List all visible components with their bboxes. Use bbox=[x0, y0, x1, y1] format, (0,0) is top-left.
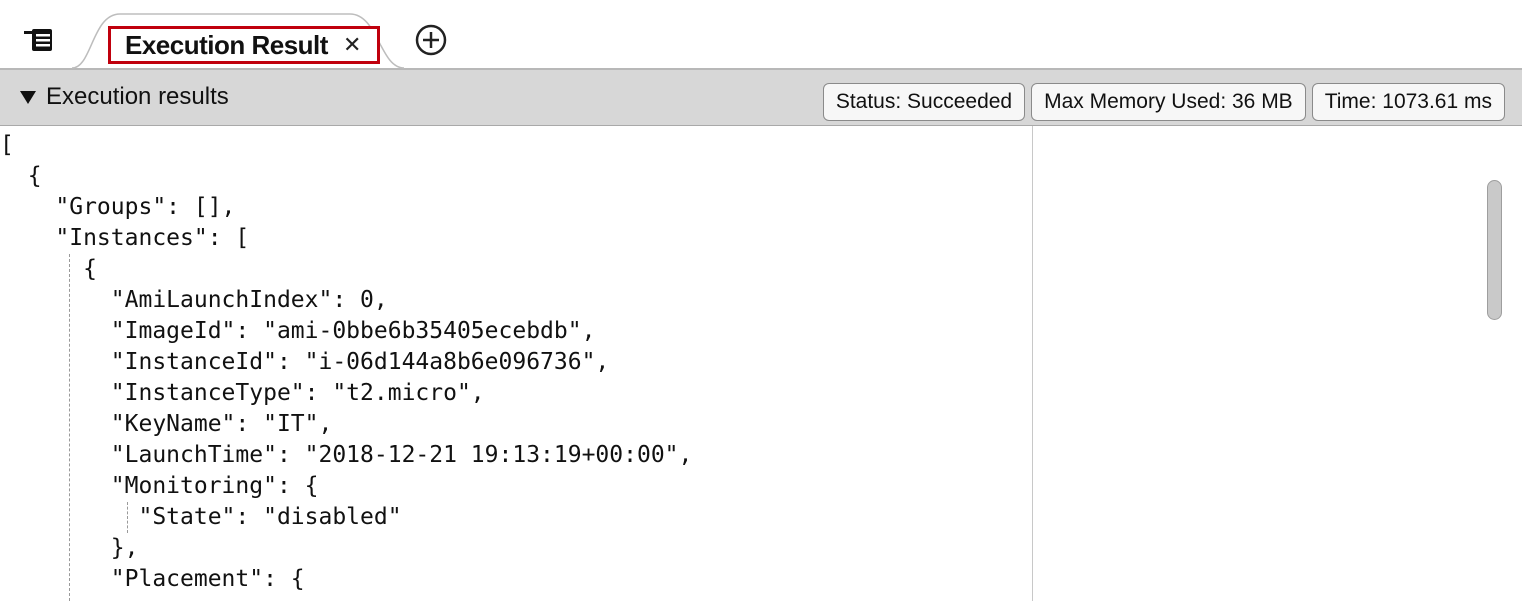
code-line: "ImageId": "ami-0bbe6b35405ecebdb", bbox=[0, 318, 596, 344]
time-badge: Time: 1073.61 ms bbox=[1311, 83, 1505, 121]
tabs-list-icon[interactable] bbox=[22, 27, 58, 55]
triangle-down-icon[interactable] bbox=[19, 89, 37, 105]
status-badge: Status: Succeeded bbox=[822, 83, 1026, 121]
code-line: "State": "disabled" bbox=[0, 504, 402, 530]
tab-execution-result[interactable]: Execution Result ✕ bbox=[108, 26, 380, 64]
status-badges: Status: Succeeded Max Memory Used: 36 MB… bbox=[822, 83, 1505, 121]
code-line: "Placement": { bbox=[0, 566, 305, 592]
code-line: "LaunchTime": "2018-12-21 19:13:19+00:00… bbox=[0, 442, 693, 468]
memory-badge: Max Memory Used: 36 MB bbox=[1031, 83, 1306, 121]
tab-bar: Execution Result ✕ bbox=[0, 0, 1522, 70]
code-line: "InstanceType": "t2.micro", bbox=[0, 380, 485, 406]
side-pane bbox=[1034, 126, 1522, 601]
results-content: [ { "Groups": [], "Instances": [ { "AmiL… bbox=[0, 126, 1522, 601]
results-header: Execution results Status: Succeeded Max … bbox=[0, 70, 1522, 126]
code-line: { bbox=[0, 163, 42, 189]
json-output-pane[interactable]: [ { "Groups": [], "Instances": [ { "AmiL… bbox=[0, 126, 1033, 601]
code-line: "InstanceId": "i-06d144a8b6e096736", bbox=[0, 349, 610, 375]
code-line: [ bbox=[0, 132, 14, 158]
section-title[interactable]: Execution results bbox=[46, 83, 229, 111]
code-line: { bbox=[0, 256, 97, 282]
code-line: "Instances": [ bbox=[0, 225, 250, 251]
code-line: "KeyName": "IT", bbox=[0, 411, 333, 437]
tab-title: Execution Result bbox=[125, 29, 328, 60]
indent-guide bbox=[69, 254, 70, 601]
close-icon[interactable]: ✕ bbox=[343, 34, 361, 56]
indent-guide bbox=[127, 502, 128, 533]
code-line: "Monitoring": { bbox=[0, 473, 319, 499]
plus-circle-icon[interactable] bbox=[414, 23, 448, 57]
code-line: "AmiLaunchIndex": 0, bbox=[0, 287, 388, 313]
code-line: "Groups": [], bbox=[0, 194, 236, 220]
scrollbar-thumb[interactable] bbox=[1487, 180, 1502, 320]
